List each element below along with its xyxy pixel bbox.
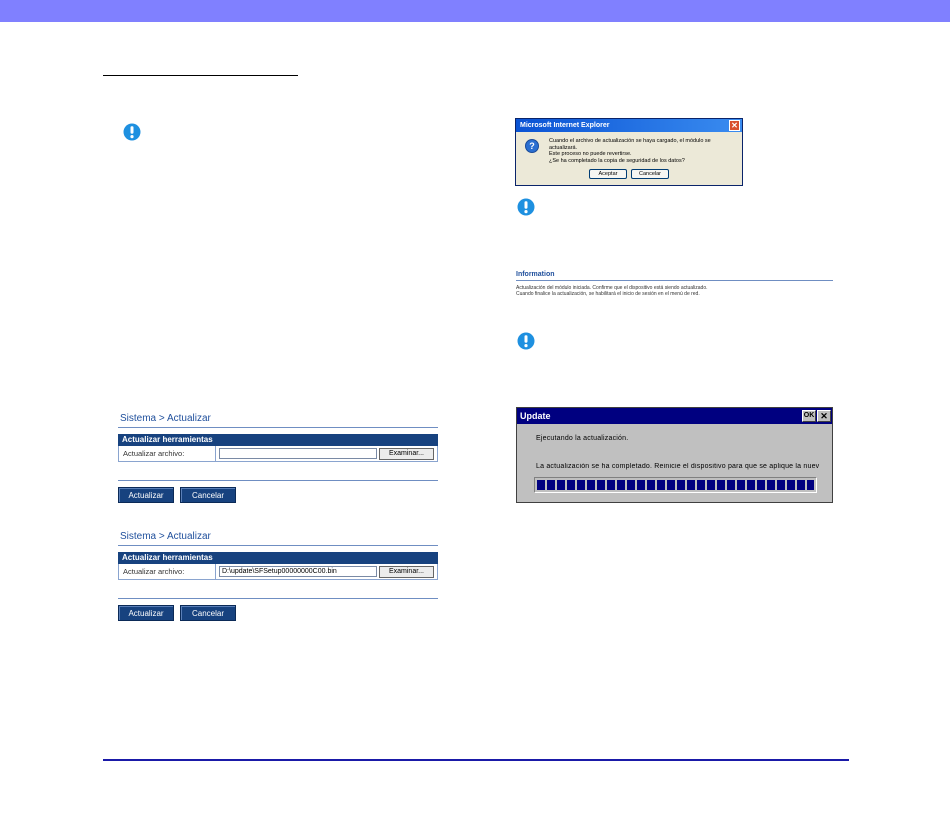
dialog-message-line: ¿Se ha completado la copia de seguridad … [549,157,685,164]
ok-button[interactable]: OK [802,410,816,422]
progress-bar [534,477,817,493]
file-path-input[interactable] [219,448,377,459]
warning-icon [517,198,535,216]
information-panel: Information Actualización del módulo ini… [516,271,833,297]
field-label: Actualizar archivo: [119,564,216,579]
file-path-input[interactable]: D:\update\SFSetup00000000C00.bin [219,566,377,577]
progress-fill [537,480,814,490]
dialog-titlebar: Microsoft Internet Explorer ✕ [516,119,742,132]
accept-button[interactable]: Aceptar [589,169,627,179]
close-button[interactable]: ✕ [817,410,831,422]
update-title: Update [520,411,551,421]
update-window: Update OK ✕ Ejecutando la actualización.… [516,407,833,503]
file-row: Actualizar archivo: Examinar... [118,446,438,462]
update-panel-empty: Sistema > Actualizar Actualizar herramie… [118,413,438,503]
field-label: Actualizar archivo: [119,446,216,461]
information-divider [516,280,833,281]
warning-icon [517,332,535,350]
breadcrumb: Sistema > Actualizar [120,531,211,542]
update-button[interactable]: Actualizar [118,487,174,503]
dialog-cancel-button[interactable]: Cancelar [631,169,669,179]
dialog-message: Cuando el archivo de actualización se ha… [549,138,739,164]
status-running-text: Ejecutando la actualización. [536,435,629,442]
information-line: Cuando finalice la actualización, se hab… [516,291,700,297]
action-buttons: Actualizar Cancelar [118,487,438,503]
action-buttons: Actualizar Cancelar [118,605,438,621]
warning-icon [123,123,141,141]
heading-underline [103,75,298,76]
ie-confirm-dialog: Microsoft Internet Explorer ✕ ? Cuando e… [515,118,743,186]
browse-button[interactable]: Examinar... [379,565,434,578]
section-divider [118,480,438,481]
breadcrumb-divider [118,545,438,546]
file-row: Actualizar archivo: D:\update\SFSetup000… [118,564,438,580]
cancel-button[interactable]: Cancelar [180,487,236,503]
top-banner [0,0,950,22]
status-complete-text: La actualización se ha completado. Reini… [536,463,820,470]
browse-button[interactable]: Examinar... [379,447,434,460]
dialog-title: Microsoft Internet Explorer [520,122,610,129]
footer-rule [103,759,849,761]
update-titlebar: Update OK ✕ [517,408,832,424]
dialog-close-button[interactable]: ✕ [729,120,740,131]
section-header: Actualizar herramientas [118,434,438,446]
section-header: Actualizar herramientas [118,552,438,564]
question-icon: ? [525,139,539,153]
dialog-message-line: Cuando el archivo de actualización se ha… [549,138,711,151]
breadcrumb: Sistema > Actualizar [120,413,211,424]
cancel-button[interactable]: Cancelar [180,605,236,621]
breadcrumb-divider [118,427,438,428]
update-button[interactable]: Actualizar [118,605,174,621]
section-divider [118,598,438,599]
update-panel-filled: Sistema > Actualizar Actualizar herramie… [118,531,438,621]
information-title: Information [516,271,555,278]
